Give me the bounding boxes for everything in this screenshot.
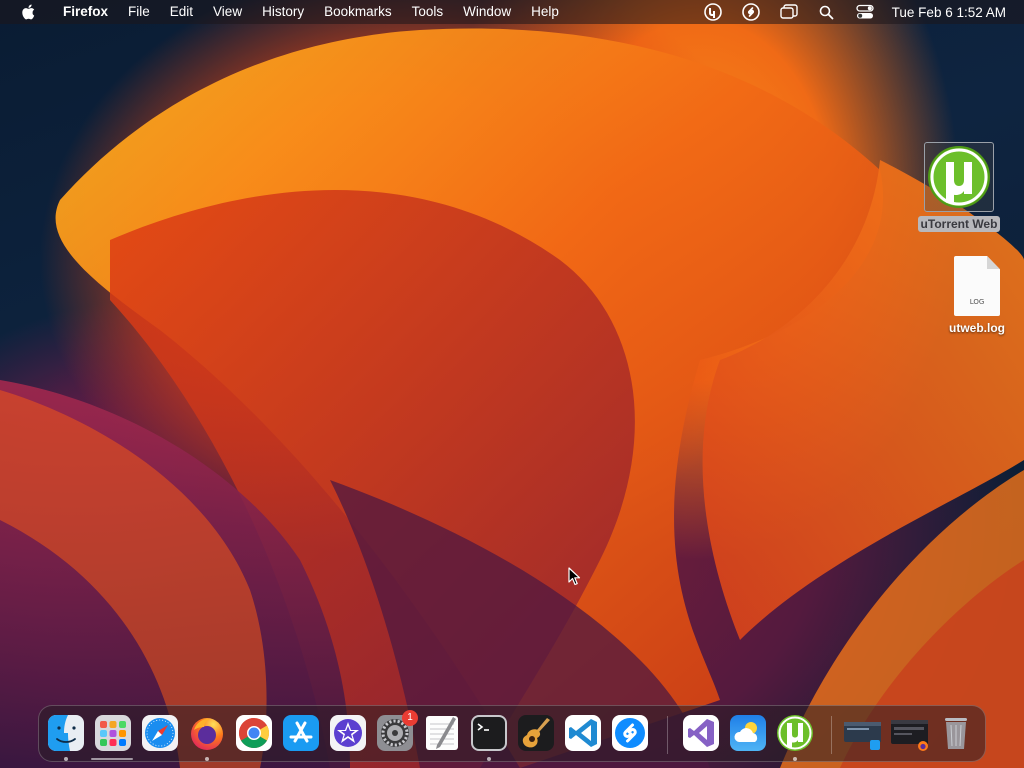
dock-focus-indicator [91,758,133,760]
menu-tools[interactable]: Tools [402,0,454,24]
spotlight-search-icon[interactable] [816,0,838,24]
dock-item-app-store[interactable] [282,714,320,752]
menu-bookmarks[interactable]: Bookmarks [314,0,402,24]
menu-history[interactable]: History [252,0,314,24]
dock-item-vscode[interactable] [564,714,602,752]
weather-icon [730,715,766,751]
dock-item-trash[interactable] [937,714,975,752]
vscode-icon [565,715,601,751]
dock-item-garageband[interactable] [517,714,555,752]
utorrent-icon [928,146,990,208]
running-indicator [793,757,797,761]
firefox-icon [191,718,223,750]
dock-item-shazam[interactable] [611,714,649,752]
menu-help[interactable]: Help [521,0,569,24]
dock-item-safari[interactable] [141,714,179,752]
dock-divider [667,716,668,754]
menubar-clock[interactable]: Tue Feb 6 1:52 AM [884,5,1024,20]
dock-item-textedit[interactable] [423,714,461,752]
dock-item-terminal[interactable] [470,714,508,761]
dock-divider [831,716,832,754]
shazam-status-icon[interactable] [740,0,762,24]
desktop-item-label: uTorrent Web [917,216,1001,232]
menu-window[interactable]: Window [453,0,521,24]
dock-item-chrome[interactable] [235,714,273,752]
running-indicator [64,757,68,761]
visual-studio-icon [683,715,719,751]
terminal-icon [471,715,507,751]
mouse-pointer-icon [568,567,581,586]
launchpad-icon [95,715,131,751]
menu-bar: Firefox File Edit View History Bookmarks… [0,0,1024,24]
dock: 1 [38,705,986,762]
desktop-wallpaper [0,0,1024,768]
utorrent-web-status-icon[interactable] [702,0,724,24]
safari-icon [142,715,178,751]
log-file-type-text: LOG [969,298,985,306]
running-indicator [205,757,209,761]
window-status-icon[interactable] [778,0,800,24]
apple-menu-icon[interactable] [17,0,39,24]
finder-icon [48,715,84,751]
shazam-icon [612,715,648,751]
log-file-icon: LOG [954,256,1000,316]
utorrent-icon [777,715,813,751]
desktop-item-utorrent-web[interactable]: uTorrent Web [913,142,1005,232]
textedit-icon [426,716,458,750]
dock-item-minimized-firefox-window[interactable] [890,714,928,752]
menu-edit[interactable]: Edit [160,0,203,24]
dock-item-finder[interactable] [47,714,85,761]
menu-file[interactable]: File [118,0,160,24]
control-center-icon[interactable] [854,0,876,24]
dock-item-weather[interactable] [729,714,767,752]
app-store-icon [283,715,319,751]
running-indicator [487,757,491,761]
dock-item-utorrent-web[interactable] [776,714,814,761]
minimized-firefox-window-icon [891,720,928,751]
desktop-item-label: utweb.log [949,321,1005,335]
dock-item-visual-studio[interactable] [682,714,720,752]
dock-item-system-settings[interactable]: 1 [376,710,418,752]
desktop-item-utweb-log[interactable]: LOG utweb.log [940,256,1014,336]
dock-item-launchpad[interactable] [94,714,132,752]
imovie-icon [330,715,366,751]
dock-item-minimized-finder-window[interactable] [843,714,881,752]
dock-item-firefox[interactable] [188,714,226,761]
dock-item-imovie[interactable] [329,714,367,752]
minimized-finder-window-icon [844,722,881,750]
notification-badge: 1 [402,710,418,726]
menu-app-name[interactable]: Firefox [53,0,118,24]
garageband-icon [518,715,554,751]
menu-view[interactable]: View [203,0,252,24]
chrome-icon [236,715,272,751]
trash-icon [945,718,967,749]
